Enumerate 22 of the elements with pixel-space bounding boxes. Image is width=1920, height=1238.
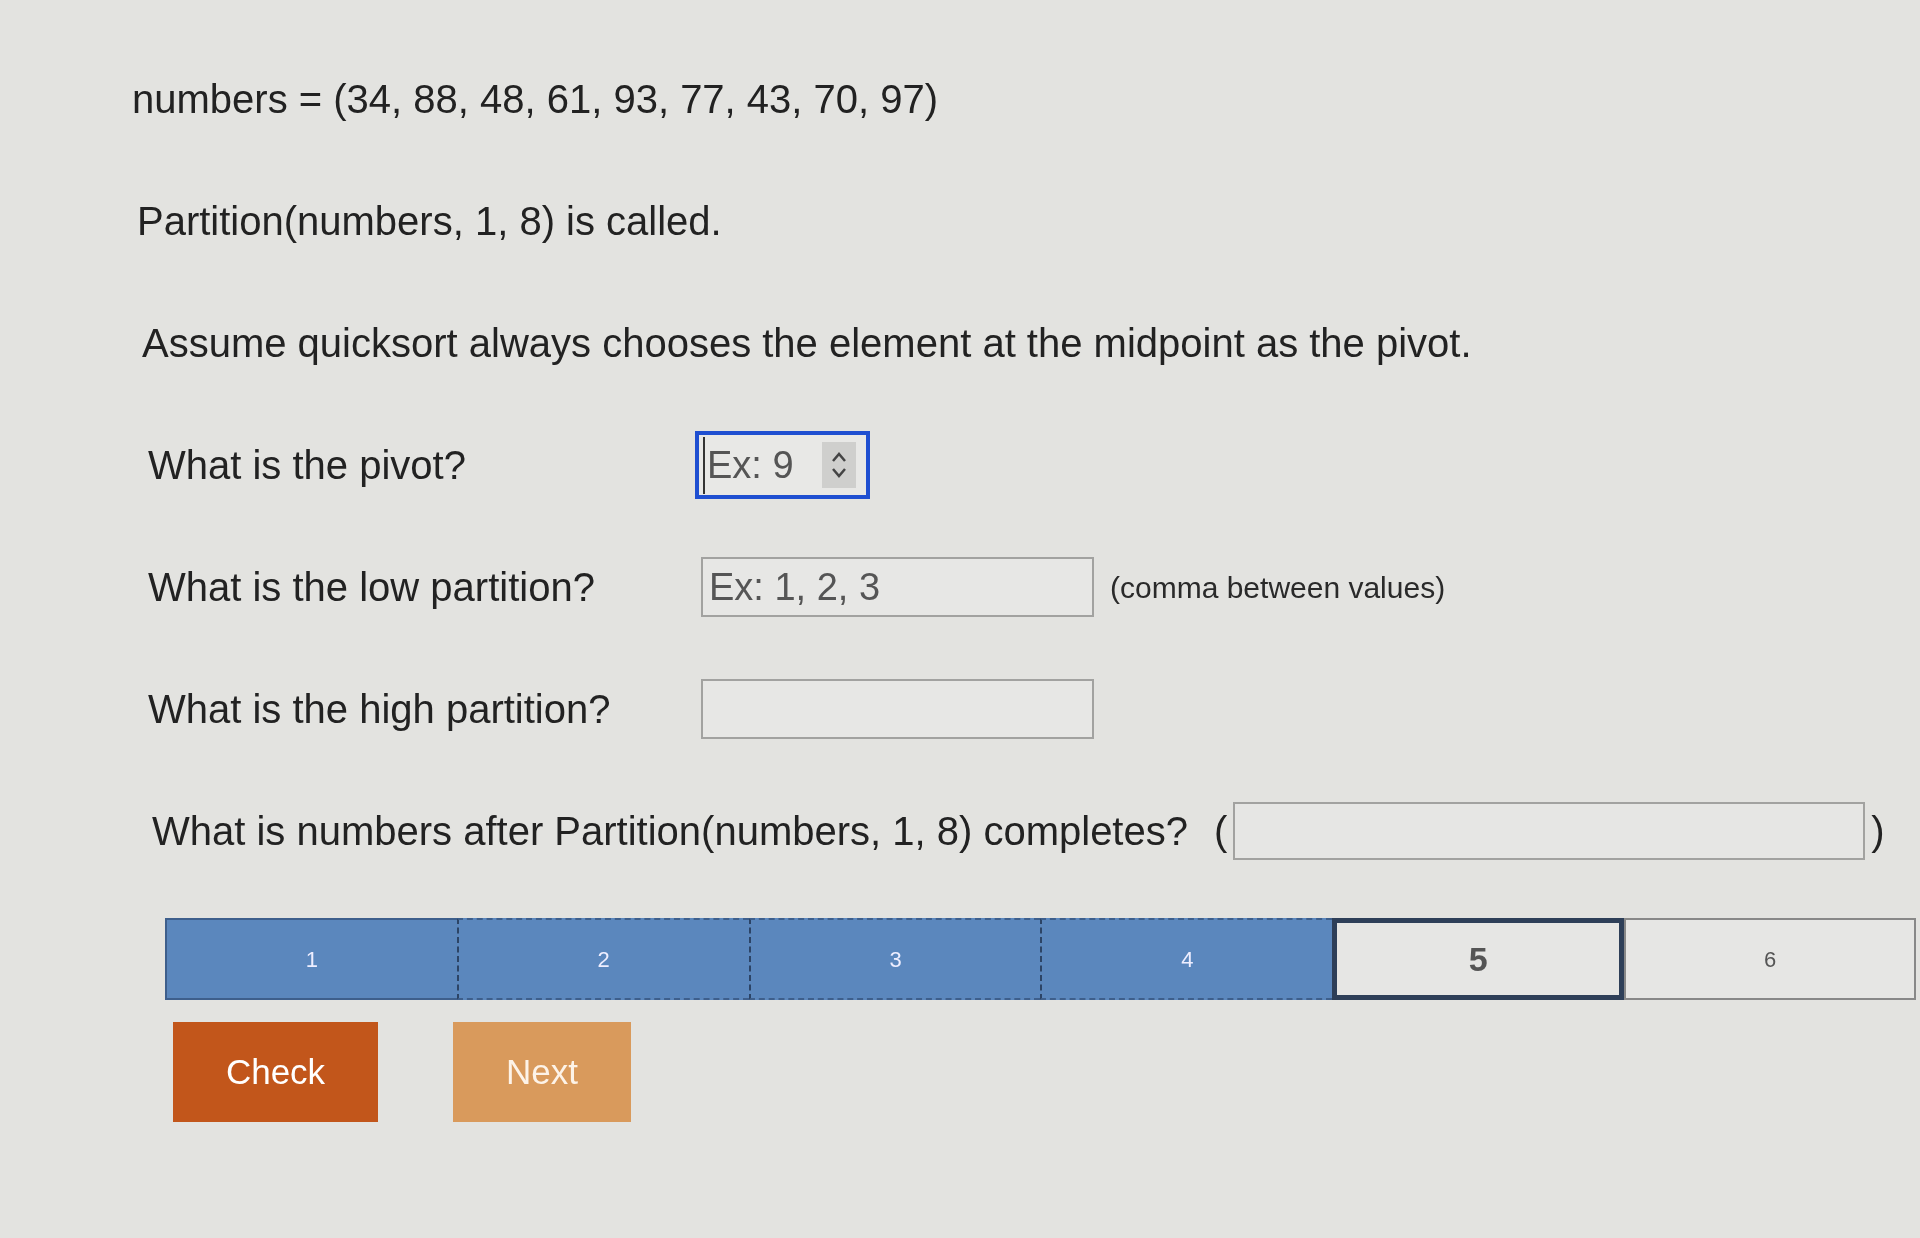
hint-text: (comma between values): [1110, 569, 1446, 606]
answer-field[interactable]: [1233, 802, 1866, 860]
progress-step[interactable]: 2: [456, 918, 749, 1000]
progress-step[interactable]: 5: [1332, 918, 1625, 1000]
open-parenthesis: (: [1214, 811, 1228, 851]
progress-step[interactable]: 4: [1040, 918, 1333, 1000]
statement-text: Assume quicksort always chooses the element at the midpoint as the pivot.: [142, 323, 1472, 363]
progress-step[interactable]: 3: [748, 918, 1041, 1000]
question-label: What is the high partition?: [148, 689, 612, 729]
progress-step[interactable]: 1: [165, 918, 457, 1000]
question-label: What is the low partition?: [148, 567, 596, 607]
close-parenthesis: ): [1871, 811, 1885, 851]
question-label: What is numbers after Partition(numbers, 1, 8) completes?: [152, 811, 1188, 851]
spinner-icon[interactable]: [831, 450, 847, 480]
text-field[interactable]: Ex: 1, 2, 3: [701, 557, 1094, 617]
text-field[interactable]: [701, 679, 1094, 739]
number-field[interactable]: Ex: 9: [695, 431, 870, 499]
statement-text: Partition(numbers, 1, 8) is called.: [137, 201, 722, 241]
statement-text: numbers = (34, 88, 48, 61, 93, 77, 43, 70, 97): [132, 79, 939, 119]
progress-step[interactable]: 6: [1624, 918, 1916, 1000]
question-label: What is the pivot?: [148, 445, 467, 485]
action-button[interactable]: Check: [173, 1022, 378, 1122]
